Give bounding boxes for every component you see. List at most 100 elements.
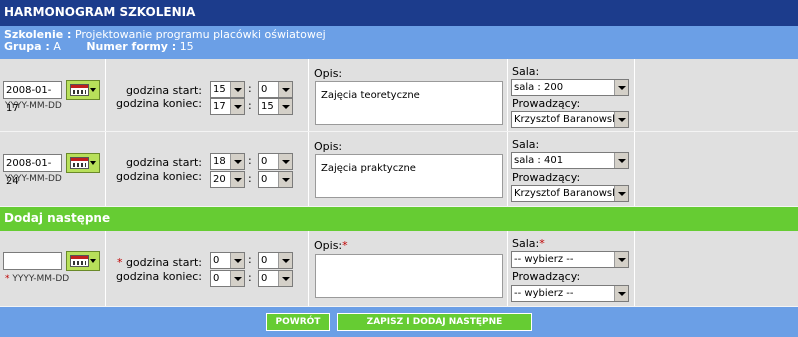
chevron-down-icon <box>278 154 292 169</box>
grupa-value: A <box>53 40 61 53</box>
opis-textarea[interactable]: Zajęcia teoretyczne <box>315 81 503 125</box>
end-hour-select[interactable]: 17 <box>210 98 245 115</box>
numer-formy-value: 15 <box>179 40 194 53</box>
chevron-down-icon <box>278 99 292 114</box>
prowadzacy-select[interactable]: Krzysztof Baranowski <box>511 185 629 202</box>
chevron-down-icon <box>278 82 292 97</box>
group-line: Grupa : A Numer formy : 15 <box>4 41 798 53</box>
sala-select[interactable]: sala : 200 <box>511 79 629 96</box>
start-time-label: * godzina start: <box>110 256 202 269</box>
chevron-down-icon <box>278 172 292 187</box>
chevron-down-icon <box>90 88 96 92</box>
save-and-add-button[interactable]: ZAPISZ I DODAJ NASTĘPNE <box>337 313 532 331</box>
end-minute-select[interactable]: 0 <box>258 171 293 188</box>
opis-label: Opis: <box>314 67 343 80</box>
chevron-down-icon <box>230 172 244 187</box>
end-hour-value: 20 <box>213 174 226 185</box>
calendar-icon <box>70 255 89 267</box>
back-button[interactable]: POWRÓT <box>266 313 330 331</box>
sala-label: Sala: <box>512 138 540 151</box>
chevron-down-icon <box>278 271 292 286</box>
chevron-down-icon <box>230 82 244 97</box>
chevron-down-icon <box>278 253 292 268</box>
prowadzacy-value: Krzysztof Baranowski <box>514 188 621 199</box>
chevron-down-icon <box>230 271 244 286</box>
sala-label: Sala: <box>512 65 540 78</box>
numer-formy-label: Numer formy : <box>86 40 177 53</box>
start-time-text: godzina start: <box>125 256 202 269</box>
end-hour-value: 0 <box>213 273 220 284</box>
chevron-down-icon <box>614 186 628 201</box>
chevron-down-icon <box>614 252 628 267</box>
calendar-button[interactable] <box>66 80 100 100</box>
end-minute-select[interactable]: 15 <box>258 98 293 115</box>
start-minute-value: 0 <box>261 156 268 167</box>
end-hour-select[interactable]: 0 <box>210 270 245 287</box>
start-hour-select[interactable]: 18 <box>210 153 245 170</box>
date-input[interactable]: 2008-01-24 <box>3 154 62 187</box>
opis-text: Opis: <box>314 239 343 252</box>
end-minute-select[interactable]: 0 <box>258 270 293 287</box>
start-minute-value: 0 <box>261 255 268 266</box>
date-input[interactable] <box>3 252 62 270</box>
date-format-hint: * YYYY-MM-DD <box>5 274 69 284</box>
end-minute-value: 0 <box>261 174 268 185</box>
end-hour-select[interactable]: 20 <box>210 171 245 188</box>
start-hour-select[interactable]: 15 <box>210 81 245 98</box>
colon-separator: : <box>248 271 252 284</box>
new-entry-row: * YYYY-MM-DD * godzina start: godzina ko… <box>0 231 798 307</box>
calendar-button[interactable] <box>66 153 100 173</box>
opis-label: Opis:* <box>314 239 348 252</box>
chevron-down-icon <box>614 80 628 95</box>
date-format-text: YYYY-MM-DD <box>12 274 70 284</box>
start-hour-value: 0 <box>213 255 220 266</box>
sala-value: sala : 200 <box>514 82 564 93</box>
schedule-row: 2008-01-17 YYYY-MM-DD godzina start: god… <box>0 59 798 132</box>
schedule-row: 2008-01-24 YYYY-MM-DD godzina start: god… <box>0 132 798 207</box>
chevron-down-icon <box>614 112 628 127</box>
required-marker: * <box>116 256 123 269</box>
colon-separator: : <box>248 99 252 112</box>
chevron-down-icon <box>230 253 244 268</box>
sala-select[interactable]: -- wybierz -- <box>511 251 629 268</box>
date-input[interactable]: 2008-01-17 <box>3 81 62 114</box>
prowadzacy-select[interactable]: Krzysztof Baranowski <box>511 111 629 128</box>
chevron-down-icon <box>90 259 96 263</box>
training-info: Szkolenie : Projektowanie programu placó… <box>0 26 798 59</box>
start-minute-value: 0 <box>261 84 268 95</box>
sala-value: -- wybierz -- <box>514 254 574 265</box>
opis-textarea[interactable]: Zajęcia praktyczne <box>315 154 503 198</box>
prowadzacy-value: -- wybierz -- <box>514 288 574 299</box>
end-time-label: godzina koniec: <box>116 270 202 283</box>
required-marker: * <box>5 274 10 284</box>
chevron-down-icon <box>614 286 628 301</box>
sala-text: Sala: <box>512 237 540 250</box>
opis-label: Opis: <box>314 140 343 153</box>
start-hour-value: 15 <box>213 84 226 95</box>
calendar-button[interactable] <box>66 251 100 271</box>
end-minute-value: 15 <box>261 101 274 112</box>
start-minute-select[interactable]: 0 <box>258 252 293 269</box>
colon-separator: : <box>248 82 252 95</box>
start-hour-select[interactable]: 0 <box>210 252 245 269</box>
start-time-label: godzina start: <box>125 84 202 97</box>
sala-select[interactable]: sala : 401 <box>511 152 629 169</box>
colon-separator: : <box>248 172 252 185</box>
start-minute-select[interactable]: 0 <box>258 153 293 170</box>
prowadzacy-label: Prowadzący: <box>512 270 581 283</box>
calendar-icon <box>70 84 89 96</box>
date-format-hint: YYYY-MM-DD <box>5 101 62 111</box>
chevron-down-icon <box>230 154 244 169</box>
colon-separator: : <box>248 253 252 266</box>
end-minute-value: 0 <box>261 273 268 284</box>
prowadzacy-select[interactable]: -- wybierz -- <box>511 285 629 302</box>
required-marker: * <box>342 239 348 252</box>
prowadzacy-value: Krzysztof Baranowski <box>514 114 621 125</box>
start-minute-select[interactable]: 0 <box>258 81 293 98</box>
chevron-down-icon <box>230 99 244 114</box>
prowadzacy-label: Prowadzący: <box>512 97 581 110</box>
opis-textarea[interactable] <box>315 254 503 298</box>
required-marker: * <box>539 237 545 250</box>
sala-value: sala : 401 <box>514 155 564 166</box>
page-title: HARMONOGRAM SZKOLENIA <box>0 0 798 26</box>
